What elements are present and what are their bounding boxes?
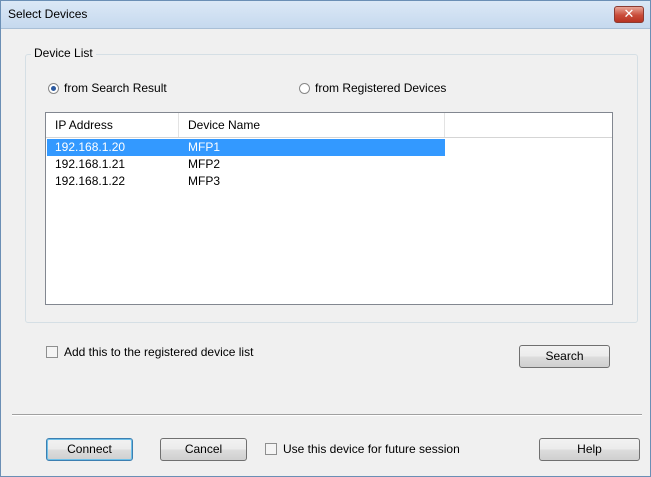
cell-device-name: MFP1 — [188, 140, 221, 154]
radio-checked-icon — [48, 82, 59, 94]
use-for-future-session-label: Use this device for future session — [283, 442, 460, 456]
search-button[interactable]: Search — [519, 345, 610, 368]
title-bar[interactable]: Select Devices ✕ — [1, 1, 650, 29]
device-list-view[interactable]: IP Address Device Name 192.168.1.20 MFP1… — [45, 112, 613, 305]
cancel-button[interactable]: Cancel — [160, 438, 247, 461]
select-devices-dialog: Select Devices ✕ Device List from Search… — [0, 0, 651, 477]
column-header-ip-address[interactable]: IP Address — [46, 113, 179, 137]
cell-ip-address: 192.168.1.22 — [55, 174, 126, 188]
column-header-blank[interactable] — [445, 113, 612, 137]
radio-unchecked-icon — [299, 82, 310, 94]
cell-device-name: MFP2 — [188, 157, 221, 171]
help-button[interactable]: Help — [539, 438, 640, 461]
radio-from-search-result[interactable]: from Search Result — [48, 81, 167, 95]
checkbox-icon — [265, 443, 277, 455]
radio-from-registered-devices[interactable]: from Registered Devices — [299, 81, 446, 95]
radio-from-registered-devices-label: from Registered Devices — [315, 81, 447, 95]
close-icon: ✕ — [623, 7, 635, 22]
add-to-registered-label: Add this to the registered device list — [64, 345, 254, 359]
separator — [12, 414, 642, 416]
window-title: Select Devices — [8, 7, 88, 21]
device-list-label: Device List — [31, 46, 96, 60]
table-row[interactable]: 192.168.1.21 MFP2 — [47, 156, 445, 173]
cell-ip-address: 192.168.1.21 — [55, 157, 126, 171]
checkbox-icon — [46, 346, 58, 358]
add-to-registered-checkbox[interactable]: Add this to the registered device list — [46, 345, 253, 359]
cell-device-name: MFP3 — [188, 174, 221, 188]
table-row[interactable]: 192.168.1.22 MFP3 — [47, 173, 445, 190]
close-button[interactable]: ✕ — [614, 6, 644, 23]
radio-from-search-result-label: from Search Result — [64, 81, 167, 95]
table-row[interactable]: 192.168.1.20 MFP1 — [47, 139, 445, 156]
use-for-future-session-checkbox[interactable]: Use this device for future session — [265, 442, 460, 456]
list-header: IP Address Device Name — [46, 113, 612, 138]
connect-button[interactable]: Connect — [46, 438, 133, 461]
cell-ip-address: 192.168.1.20 — [55, 140, 126, 154]
column-header-device-name[interactable]: Device Name — [179, 113, 445, 137]
